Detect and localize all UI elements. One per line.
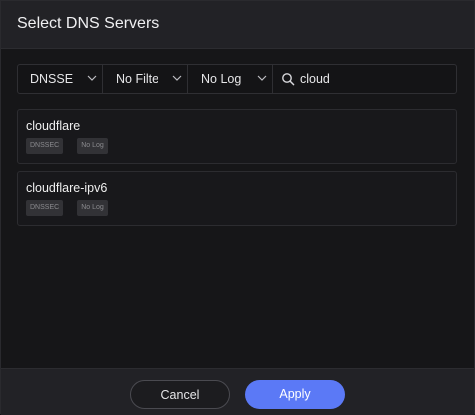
dnssec-select-value: DNSSE: [30, 72, 74, 86]
dialog-title: Select DNS Servers: [17, 15, 160, 32]
server-badges: DNSSEC No Log: [26, 200, 122, 216]
apply-button[interactable]: Apply: [245, 380, 345, 409]
chevron-down-icon: [257, 75, 267, 81]
filter-bar: DNSSE No Filte No Log: [17, 64, 457, 94]
filter-select-value: No Filte: [116, 72, 158, 86]
search-icon: [282, 73, 295, 86]
server-badges: DNSSEC No Log: [26, 138, 122, 154]
chevron-down-icon: [87, 75, 97, 81]
log-select[interactable]: No Log: [188, 65, 273, 93]
select-dns-dialog: Select DNS Servers DNSSE No Filte No Log: [0, 0, 475, 415]
dnssec-badge: DNSSEC: [26, 138, 64, 154]
dnssec-badge: DNSSEC: [26, 200, 64, 216]
no-log-badge: No Log: [77, 138, 108, 154]
search-input[interactable]: [300, 70, 450, 88]
server-list: cloudflare DNSSEC No Log cloudflare-ipv6…: [17, 109, 457, 233]
server-name: cloudflare-ipv6: [26, 181, 108, 195]
list-item[interactable]: cloudflare-ipv6 DNSSEC No Log: [17, 171, 457, 226]
no-log-badge: No Log: [77, 200, 108, 216]
dnssec-select[interactable]: DNSSE: [18, 65, 103, 93]
list-item[interactable]: cloudflare DNSSEC No Log: [17, 109, 457, 164]
cancel-button[interactable]: Cancel: [130, 380, 230, 409]
filter-select[interactable]: No Filte: [103, 65, 188, 93]
chevron-down-icon: [172, 75, 182, 81]
dialog-footer: Cancel Apply: [1, 368, 474, 415]
search-box: [273, 65, 456, 93]
server-name: cloudflare: [26, 119, 81, 133]
log-select-value: No Log: [201, 72, 242, 86]
dialog-header: Select DNS Servers: [1, 1, 474, 49]
